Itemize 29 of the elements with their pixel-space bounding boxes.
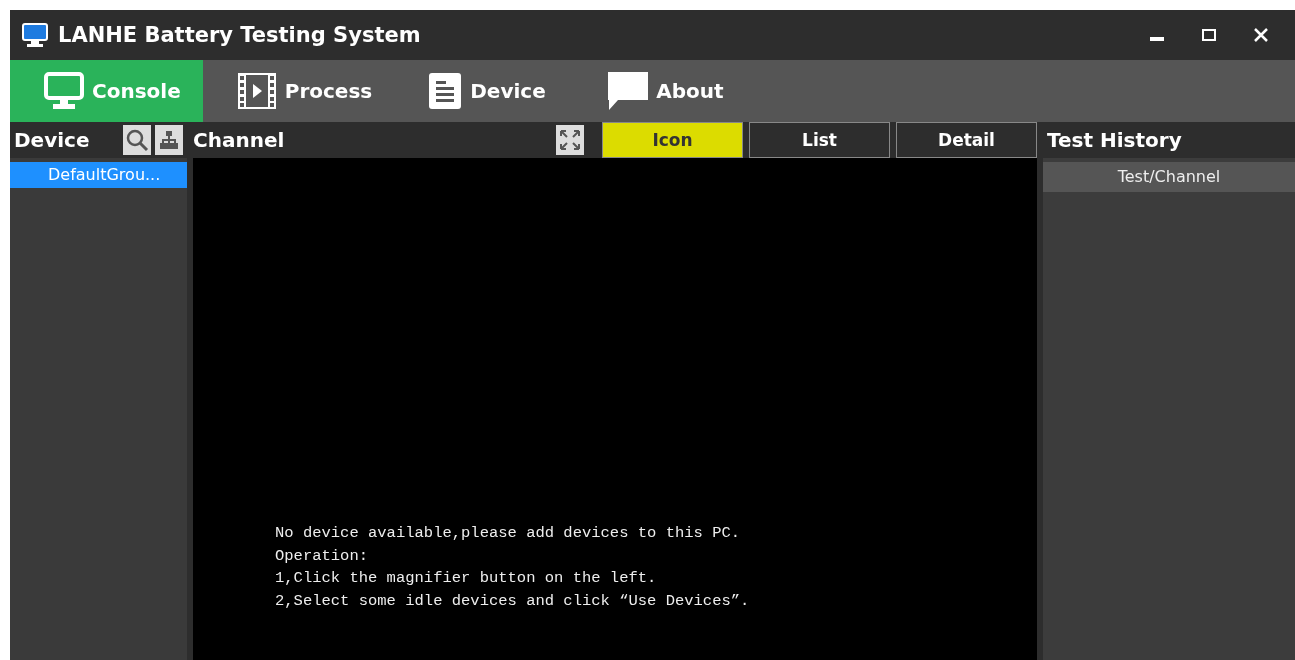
panel-title: Device bbox=[14, 128, 90, 152]
close-icon bbox=[1254, 28, 1268, 42]
message-text: No device available,please add devices to this PC. bbox=[275, 523, 742, 544]
view-tab[interactable]: Icon bbox=[602, 122, 743, 158]
expand-button[interactable] bbox=[556, 125, 584, 155]
message-text: Operation: bbox=[275, 545, 369, 567]
search-icon bbox=[125, 128, 149, 152]
view-tab[interactable]: List bbox=[749, 122, 890, 158]
search-button[interactable] bbox=[123, 125, 151, 155]
film-icon bbox=[236, 72, 277, 110]
panel-title: Channel bbox=[193, 128, 285, 152]
window-title: LANHE Battery Testing System bbox=[58, 23, 422, 47]
nav-tab[interactable]: Process bbox=[202, 60, 395, 122]
nav-tab[interactable]: About bbox=[574, 60, 755, 122]
document-icon bbox=[428, 72, 463, 110]
hierarchy-button[interactable] bbox=[155, 125, 183, 155]
monitor-icon bbox=[22, 23, 48, 47]
nav-tab[interactable]: Device bbox=[394, 60, 575, 122]
view-tab[interactable]: Detail bbox=[896, 122, 1037, 158]
panel-title: Test History bbox=[1047, 128, 1182, 152]
monitor-icon bbox=[44, 72, 84, 110]
minimize-icon bbox=[1150, 37, 1164, 41]
hierarchy-icon bbox=[159, 130, 179, 150]
message-text: 1,Click the magnifier button on the left. bbox=[275, 568, 658, 589]
expand-icon bbox=[559, 129, 581, 151]
speech-bubble-icon bbox=[608, 72, 649, 110]
message-text: 2,Select some idle devices and click “Use Devices”. bbox=[275, 590, 751, 612]
column-header: Test/Channel bbox=[1043, 162, 1295, 192]
maximize-icon bbox=[1202, 29, 1216, 41]
